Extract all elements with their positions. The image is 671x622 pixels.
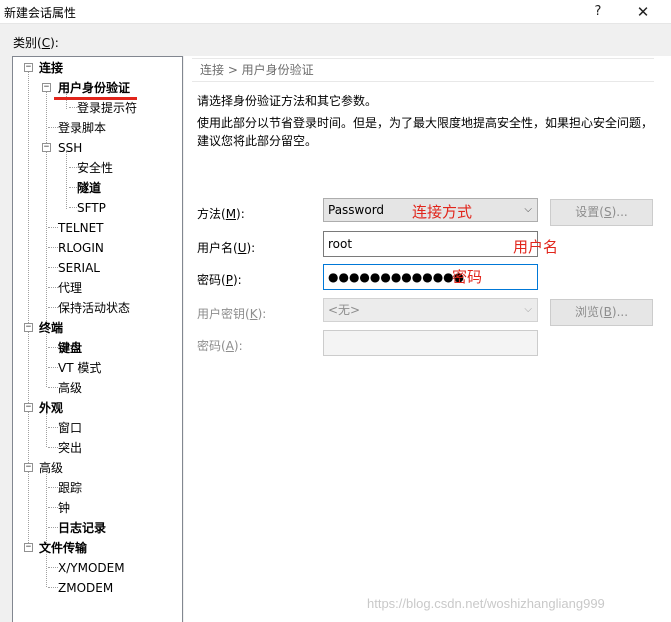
username-label: 用户名(U):: [197, 241, 256, 255]
user-key-label: 用户密钥(K):: [197, 307, 267, 321]
method-label: 方法(M):: [197, 207, 245, 221]
tree-item-file-transfer[interactable]: 文件传输: [39, 540, 87, 556]
description-line-3: 建议您将此部分留空。: [197, 134, 318, 148]
tree-item-keep-alive[interactable]: 保持活动状态: [58, 300, 130, 316]
tree-item-window[interactable]: 窗口: [58, 420, 82, 436]
user-key-select: <无> ⌵: [323, 298, 538, 322]
password-label: 密码(P):: [197, 273, 242, 287]
method-select-value: Password: [328, 203, 385, 217]
tree-item-logging[interactable]: 日志记录: [58, 520, 106, 536]
settings-button[interactable]: 设置(S)...: [550, 199, 653, 226]
expander-ssh[interactable]: −: [42, 143, 51, 152]
help-button[interactable]: ?: [575, 0, 621, 24]
annotation-password: 密码: [452, 268, 483, 286]
expander-auth[interactable]: −: [42, 83, 51, 92]
expander-connection[interactable]: −: [24, 63, 33, 72]
category-tree[interactable]: − − − − − − − 连接 用户身份验证 登录提示符 登录脚本 SSH 安…: [12, 56, 183, 622]
expander-appearance[interactable]: −: [24, 403, 33, 412]
tree-item-ssh[interactable]: SSH: [58, 140, 82, 156]
selection-underline-annotation: [54, 97, 137, 100]
tree-item-zmodem[interactable]: ZMODEM: [58, 580, 113, 596]
annotation-username: 用户名: [513, 238, 559, 256]
watermark: https://blog.csdn.net/woshizhangliang999: [367, 596, 605, 611]
tree-item-user-auth[interactable]: 用户身份验证: [58, 80, 130, 96]
password-dots: ●●●●●●●●●●●●●: [328, 270, 465, 284]
tree-item-proxy[interactable]: 代理: [58, 280, 82, 296]
tree-item-rlogin[interactable]: RLOGIN: [58, 240, 104, 256]
expander-terminal[interactable]: −: [24, 323, 33, 332]
tree-item-tunneling[interactable]: 隧道: [77, 180, 101, 196]
annotation-method: 连接方式: [412, 203, 473, 221]
chevron-down-icon: ⌵: [524, 304, 532, 315]
title-bar: 新建会话属性 ? ✕: [0, 0, 671, 24]
tree-item-sftp[interactable]: SFTP: [77, 200, 106, 216]
passphrase-input: [323, 330, 538, 356]
tree-item-login-prompts[interactable]: 登录提示符: [77, 100, 137, 116]
user-key-select-value: <无>: [328, 303, 361, 317]
category-label: 类别(C):: [13, 36, 59, 50]
tree-item-serial[interactable]: SERIAL: [58, 260, 100, 276]
close-button[interactable]: ✕: [620, 0, 666, 24]
passphrase-label: 密码(A):: [197, 339, 243, 353]
tree-item-connection[interactable]: 连接: [39, 60, 63, 76]
tree-item-terminal-advanced[interactable]: 高级: [58, 380, 82, 396]
tree-item-login-script[interactable]: 登录脚本: [58, 120, 106, 136]
tree-item-security[interactable]: 安全性: [77, 160, 113, 176]
browse-button: 浏览(B)...: [550, 299, 653, 326]
tree-item-keyboard[interactable]: 键盘: [58, 340, 82, 356]
password-input[interactable]: ●●●●●●●●●●●●●: [323, 264, 538, 290]
tree-item-telnet[interactable]: TELNET: [58, 220, 104, 236]
chevron-down-icon: ⌵: [524, 204, 532, 215]
tree-item-highlight[interactable]: 突出: [58, 440, 82, 456]
expander-file-transfer[interactable]: −: [24, 543, 33, 552]
tree-item-trace[interactable]: 跟踪: [58, 480, 82, 496]
username-input[interactable]: root: [323, 231, 538, 257]
tree-item-vt-modes[interactable]: VT 模式: [58, 360, 101, 376]
tree-item-bell[interactable]: 钟: [58, 500, 70, 516]
tree-item-xymodem[interactable]: X/YMODEM: [58, 560, 125, 576]
breadcrumb: 连接 > 用户身份验证: [192, 58, 654, 82]
tree-item-appearance[interactable]: 外观: [39, 400, 63, 416]
description-line-2: 使用此部分以节省登录时间。但是，为了最大限度地提高安全性，如果担心安全问题，: [197, 116, 654, 130]
tree-item-advanced[interactable]: 高级: [39, 460, 63, 476]
window-title: 新建会话属性: [4, 6, 77, 20]
tree-item-terminal[interactable]: 终端: [39, 320, 63, 336]
description-line-1: 请选择身份验证方法和其它参数。: [197, 94, 378, 108]
expander-advanced[interactable]: −: [24, 463, 33, 472]
